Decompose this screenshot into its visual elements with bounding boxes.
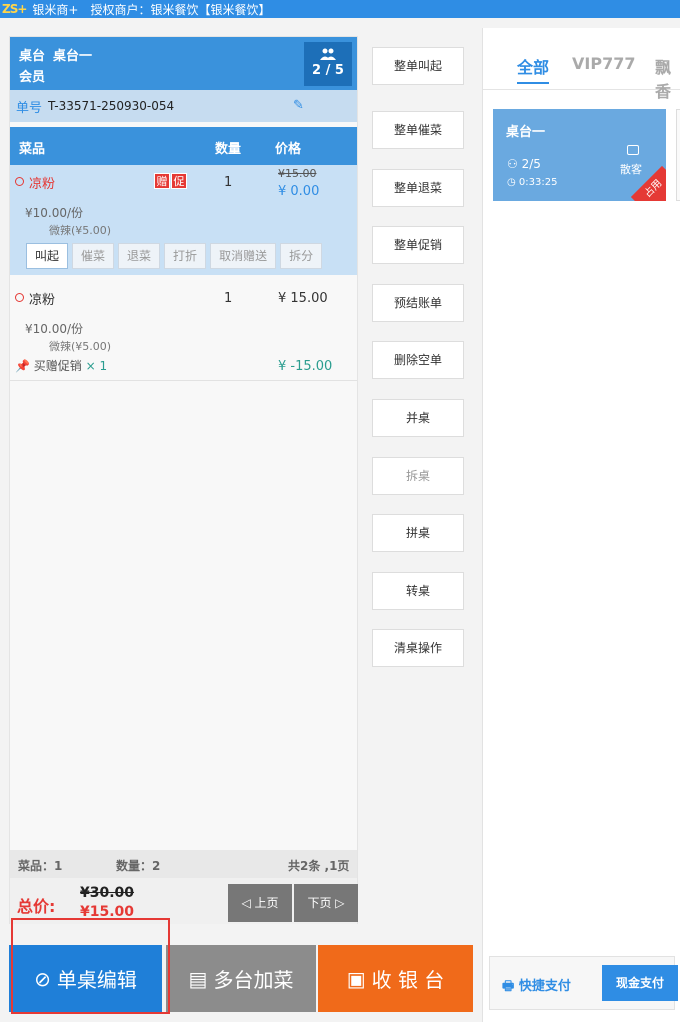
hold-all-button[interactable]: 整单叫起 xyxy=(372,47,464,85)
dish-actions: 叫起 催菜 退菜 打折 取消赠送 拆分 xyxy=(26,243,323,269)
dish-count: 菜品：1 xyxy=(18,859,63,873)
promo-badge: 促 xyxy=(171,173,187,189)
people-icon xyxy=(320,48,336,60)
card-time-value: 0:33:25 xyxy=(518,177,558,188)
order-number: T-33571-250930-054 xyxy=(48,99,175,113)
qty-count: 数量：2 xyxy=(116,859,161,873)
split-table-button[interactable]: 拆桌 xyxy=(372,457,464,495)
total-label: 总价: xyxy=(17,897,56,916)
promo-all-button[interactable]: 整单促销 xyxy=(372,226,464,264)
tab-piaoxiang[interactable]: 飘香 xyxy=(655,54,680,102)
pre-bill-button[interactable]: 预结账单 xyxy=(372,284,464,322)
guest-count-box[interactable]: 2 / 5 xyxy=(304,42,352,86)
dish-name: 凉粉 xyxy=(29,177,56,192)
cancel-gift-button[interactable]: 取消赠送 xyxy=(210,243,277,269)
dish-spec: 微辣(¥5.00) xyxy=(49,340,112,353)
edit-icon[interactable]: ✎ xyxy=(293,98,304,113)
hold-button[interactable]: 叫起 xyxy=(26,243,69,269)
clock-icon xyxy=(15,177,24,186)
person-icon: ⚇ xyxy=(507,157,518,171)
summary-bar: 菜品：1 数量：2 共2条 ,1页 xyxy=(10,850,357,878)
cash-pay-button[interactable]: 现金支付 xyxy=(602,965,678,1001)
quick-pay-label: 快捷支付 xyxy=(518,979,571,994)
unit-price: ¥10.00/份 xyxy=(25,322,84,336)
dish-list-header: 菜品 数量 价格 xyxy=(10,127,357,165)
gift-badge: 赠 xyxy=(154,173,170,189)
promo-label: 买赠促销 xyxy=(33,359,82,373)
tab-vip777[interactable]: VIP777 xyxy=(572,54,635,73)
split-button[interactable]: 拆分 xyxy=(280,243,323,269)
guest-count: 2 / 5 xyxy=(312,63,344,78)
col-qty: 数量 xyxy=(215,142,242,157)
dish-price: ¥ 0.00 xyxy=(278,184,320,199)
cashier-button[interactable]: ▣ 收 银 台 xyxy=(318,945,473,1012)
multi-table-add-label: 多台加菜 xyxy=(213,968,294,992)
table-header: 桌台 桌台一 会员 2 / 5 xyxy=(10,37,357,90)
join-table-button[interactable]: 拼桌 xyxy=(372,514,464,552)
table-card[interactable] xyxy=(676,109,680,201)
dish-price: ¥ 15.00 xyxy=(278,291,328,306)
pin-icon: 📌 xyxy=(15,359,30,373)
promo-line: 📌 买赠促销 × 1 xyxy=(15,357,107,374)
unit-price: ¥10.00/份 xyxy=(25,206,84,220)
timer-icon: ◷ xyxy=(507,177,516,188)
payment-area: 🖶 快捷支付 现金支付 xyxy=(489,956,678,1010)
tables-icon: ▤ xyxy=(188,966,208,991)
total-original: ¥30.00 xyxy=(80,885,135,901)
clear-table-button[interactable]: 清桌操作 xyxy=(372,629,464,667)
col-price: 价格 xyxy=(275,142,302,157)
prev-page-button[interactable]: ◁ 上页 xyxy=(228,884,292,922)
order-number-label: 单号 xyxy=(16,100,43,116)
dish-row[interactable]: 凉粉 1 ¥ 15.00 ¥10.00/份 微辣(¥5.00) 📌 买赠促销 ×… xyxy=(10,277,357,381)
return-button[interactable]: 退菜 xyxy=(118,243,161,269)
transfer-table-button[interactable]: 转桌 xyxy=(372,572,464,610)
order-number-bar: 单号 T-33571-250930-054 ✎ xyxy=(10,90,357,122)
original-price: ¥15.00 xyxy=(278,167,317,180)
clock-icon xyxy=(15,293,24,302)
delete-empty-button[interactable]: 删除空单 xyxy=(372,341,464,379)
member-label[interactable]: 会员 xyxy=(19,66,45,85)
table-panel: 全部 VIP777 飘香 桌台一 ⚇ 2/5 ◷ 0:33:25 散客 占用 🖶… xyxy=(482,28,680,1022)
monitor-icon xyxy=(627,145,639,155)
card-table-name: 桌台一 xyxy=(506,125,546,140)
promo-price: ¥ -15.00 xyxy=(278,359,333,374)
next-page-button[interactable]: 下页 ▷ xyxy=(294,884,358,922)
dish-row[interactable]: 凉粉 赠 促 1 ¥15.00 ¥ 0.00 ¥10.00/份 微辣(¥5.00… xyxy=(10,165,357,275)
app-name: 银米商+ xyxy=(32,2,79,17)
area-tabs: 全部 VIP777 飘香 xyxy=(483,28,680,101)
multi-table-add-button[interactable]: ▤ 多台加菜 xyxy=(166,945,316,1012)
dish-qty: 1 xyxy=(224,175,233,190)
prev-page-label: 上页 xyxy=(254,896,279,910)
app-logo: ZS+ xyxy=(2,2,27,16)
tab-all[interactable]: 全部 xyxy=(517,54,550,84)
pay-icon: ▣ xyxy=(346,966,366,991)
discount-button[interactable]: 打折 xyxy=(164,243,207,269)
cashier-label: 收 银 台 xyxy=(371,968,445,992)
page-info: 共2条 ,1页 xyxy=(288,859,350,873)
top-bar: ZS+ 银米商+ 授权商户：银米餐饮【银米餐饮】 xyxy=(0,0,680,18)
card-guest-count: 2/5 xyxy=(521,157,541,171)
dish-name: 凉粉 xyxy=(29,293,56,308)
printer-icon: 🖶 xyxy=(502,979,515,994)
next-page-label: 下页 xyxy=(307,896,332,910)
rush-button[interactable]: 催菜 xyxy=(72,243,115,269)
dish-spec: 微辣(¥5.00) xyxy=(49,224,112,237)
table-card[interactable]: 桌台一 ⚇ 2/5 ◷ 0:33:25 散客 占用 xyxy=(493,109,666,201)
card-time: ◷ 0:33:25 xyxy=(507,177,557,188)
table-label: 桌台 xyxy=(19,49,46,64)
col-dish: 菜品 xyxy=(19,142,46,157)
promo-multiplier: × 1 xyxy=(85,359,108,373)
dish-qty: 1 xyxy=(224,291,233,306)
card-guest-type: 散客 xyxy=(620,163,642,176)
rush-all-button[interactable]: 整单催菜 xyxy=(372,111,464,149)
quick-pay-button[interactable]: 🖶 快捷支付 xyxy=(502,975,571,999)
selection-highlight xyxy=(11,918,170,1014)
card-guests: ⚇ 2/5 xyxy=(507,157,541,171)
merge-table-button[interactable]: 并桌 xyxy=(372,399,464,437)
merchant-info: 授权商户：银米餐饮【银米餐饮】 xyxy=(90,2,271,17)
return-all-button[interactable]: 整单退菜 xyxy=(372,169,464,207)
table-name: 桌台一 xyxy=(53,49,93,64)
order-panel: 桌台 桌台一 会员 2 / 5 单号 T-33571-250930-054 ✎ 菜… xyxy=(9,36,358,924)
